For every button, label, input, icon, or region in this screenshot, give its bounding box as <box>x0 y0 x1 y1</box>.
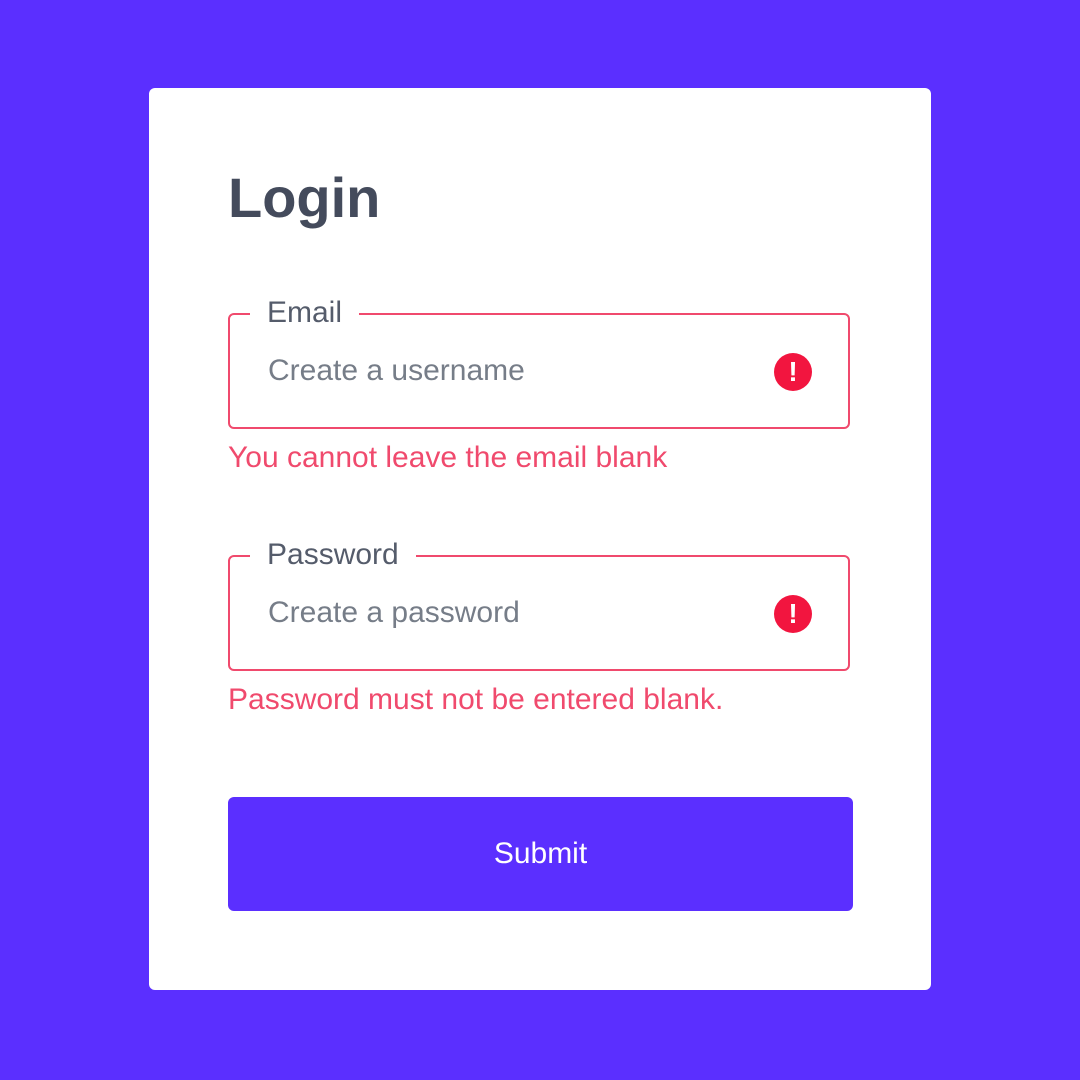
password-input[interactable] <box>268 593 748 633</box>
password-error-message: Password must not be entered blank. <box>228 683 724 716</box>
password-field-group: Password ! <box>228 537 850 671</box>
submit-button[interactable]: Submit <box>228 797 853 911</box>
login-card: Login Email ! You cannot leave the email… <box>149 88 931 990</box>
alert-circle-icon: ! <box>774 353 812 391</box>
alert-circle-icon: ! <box>774 595 812 633</box>
page-title: Login <box>228 166 381 229</box>
email-field-group: Email ! <box>228 295 850 429</box>
password-label: Password <box>250 537 416 573</box>
email-error-message: You cannot leave the email blank <box>228 441 668 474</box>
email-input[interactable] <box>268 351 748 391</box>
email-label: Email <box>250 295 360 331</box>
